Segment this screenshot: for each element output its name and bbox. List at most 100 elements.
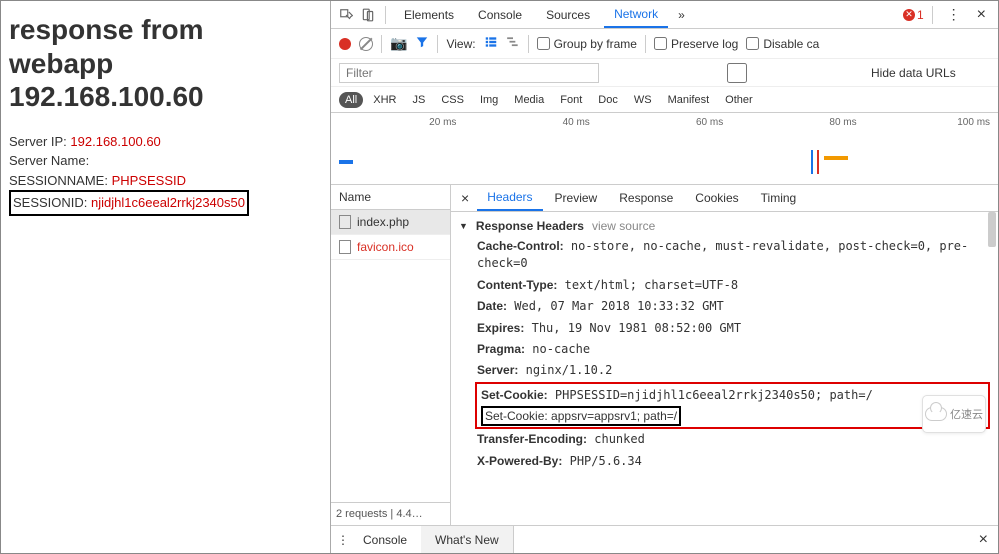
timeline-tick: 20 ms [331, 117, 464, 128]
timeline-tick: 60 ms [598, 117, 731, 128]
tab-network[interactable]: Network [604, 1, 668, 28]
header-row: Content-Type: text/html; charset=UTF-8 [459, 275, 990, 296]
drawer-close-icon[interactable]: × [969, 531, 998, 549]
header-row: Date: Wed, 07 Mar 2018 10:33:32 GMT [459, 296, 990, 317]
toolbar-separator [381, 35, 382, 53]
devtools-drawer: ⋮ Console What's New × [331, 525, 998, 553]
timeline-tick: 100 ms [865, 117, 998, 128]
file-icon [339, 240, 351, 254]
tab-more[interactable]: » [672, 8, 691, 22]
drawer-tab-whatsnew[interactable]: What's New [421, 526, 514, 553]
filter-other[interactable]: Other [719, 92, 759, 108]
device-toggle-icon[interactable] [359, 6, 377, 24]
timeline-bar [339, 160, 353, 164]
drawer-tab-console[interactable]: Console [349, 526, 421, 553]
request-row[interactable]: index.php [331, 210, 450, 235]
detail-tab-preview[interactable]: Preview [545, 185, 608, 211]
tab-separator [385, 6, 386, 24]
request-list-header[interactable]: Name [331, 185, 450, 210]
disable-cache-checkbox[interactable]: Disable ca [746, 37, 819, 51]
filter-toggle-icon[interactable] [415, 35, 429, 52]
sessionname-row: SESSIONNAME: PHPSESSID [9, 171, 322, 191]
request-row[interactable]: favicon.ico [331, 235, 450, 260]
filter-font[interactable]: Font [554, 92, 588, 108]
filter-all[interactable]: All [339, 92, 363, 108]
sessionid-row: SESSIONID: njidjhl1c6eeal2rrkj2340s50 [9, 190, 322, 216]
filter-media[interactable]: Media [508, 92, 550, 108]
request-name: favicon.ico [357, 240, 414, 254]
record-icon[interactable] [339, 38, 351, 50]
detail-tab-cookies[interactable]: Cookies [685, 185, 748, 211]
page-heading: response from webapp 192.168.100.60 [9, 13, 322, 114]
header-row: Pragma: no-cache [459, 339, 990, 360]
server-ip-row: Server IP: 192.168.100.60 [9, 132, 322, 152]
devtools-panel: Elements Console Sources Network » ✕ 1 ⋮… [331, 1, 998, 553]
timeline-mark-domready [811, 150, 813, 174]
request-name: index.php [357, 215, 409, 229]
filter-manifest[interactable]: Manifest [662, 92, 716, 108]
timeline-tick: 40 ms [464, 117, 597, 128]
detail-tab-timing[interactable]: Timing [751, 185, 807, 211]
watermark-text: 亿速云 [950, 406, 983, 422]
devtools-close-icon[interactable]: × [971, 6, 992, 24]
headers-panel[interactable]: ▼ Response Headers view source Cache-Con… [451, 212, 998, 525]
toolbar-separator [645, 35, 646, 53]
toolbar-separator [437, 35, 438, 53]
hide-data-urls-checkbox[interactable]: Hide data URLs [607, 63, 956, 83]
error-count: 1 [917, 8, 924, 22]
collapse-triangle-icon: ▼ [459, 221, 468, 231]
screenshot-icon[interactable]: 📷 [390, 35, 407, 52]
set-cookie-highlight-red: Set-Cookie: PHPSESSID=njidjhl1c6eeal2rrk… [475, 382, 990, 429]
network-filter-row: Hide data URLs [331, 59, 998, 87]
network-timeline[interactable]: 20 ms 40 ms 60 ms 80 ms 100 ms [331, 113, 998, 185]
server-name-row: Server Name: [9, 151, 322, 171]
tab-separator [932, 6, 933, 24]
detail-tab-response[interactable]: Response [609, 185, 683, 211]
filter-doc[interactable]: Doc [592, 92, 624, 108]
devtools-main-tabs: Elements Console Sources Network » ✕ 1 ⋮… [331, 1, 998, 29]
detail-tab-headers[interactable]: Headers [477, 185, 542, 211]
request-detail: × Headers Preview Response Cookies Timin… [451, 185, 998, 525]
error-icon: ✕ [903, 9, 915, 21]
filter-js[interactable]: JS [406, 92, 431, 108]
tab-elements[interactable]: Elements [394, 1, 464, 28]
inspect-element-icon[interactable] [337, 6, 355, 24]
network-toolbar: 📷 View: Group by frame Preserve log Disa… [331, 29, 998, 59]
tab-sources[interactable]: Sources [536, 1, 600, 28]
toolbar-separator [528, 35, 529, 53]
header-row: Transfer-Encoding: chunked [459, 429, 990, 450]
filter-img[interactable]: Img [474, 92, 504, 108]
detail-tabs: × Headers Preview Response Cookies Timin… [451, 185, 998, 212]
response-headers-section[interactable]: ▼ Response Headers view source [459, 216, 990, 236]
request-list: Name index.php favicon.ico 2 requests | … [331, 185, 451, 525]
header-row: Cache-Control: no-store, no-cache, must-… [459, 236, 990, 275]
devtools-menu-icon[interactable]: ⋮ [941, 6, 967, 23]
drawer-menu-icon[interactable]: ⋮ [337, 533, 349, 547]
filter-input[interactable] [339, 63, 599, 83]
file-icon [339, 215, 351, 229]
error-badge[interactable]: ✕ 1 [903, 8, 924, 22]
timeline-tick: 80 ms [731, 117, 864, 128]
preserve-log-checkbox[interactable]: Preserve log [654, 37, 738, 51]
page-content: response from webapp 192.168.100.60 Serv… [1, 1, 331, 553]
network-body: Name index.php favicon.ico 2 requests | … [331, 185, 998, 525]
cloud-icon [925, 407, 947, 421]
header-row: X-Powered-By: PHP/5.6.34 [459, 451, 990, 472]
close-detail-icon[interactable]: × [455, 190, 475, 206]
group-by-frame-checkbox[interactable]: Group by frame [537, 37, 637, 51]
scrollbar-thumb[interactable] [988, 212, 996, 247]
resource-type-filters: All XHR JS CSS Img Media Font Doc WS Man… [331, 87, 998, 113]
waterfall-icon[interactable] [506, 35, 520, 52]
timeline-mark-load [817, 150, 819, 174]
filter-xhr[interactable]: XHR [367, 92, 402, 108]
large-rows-icon[interactable] [484, 35, 498, 52]
view-label: View: [446, 37, 475, 51]
header-row: Server: nginx/1.10.2 [459, 360, 990, 381]
request-summary: 2 requests | 4.4… [331, 502, 450, 525]
filter-ws[interactable]: WS [628, 92, 658, 108]
filter-css[interactable]: CSS [435, 92, 470, 108]
tab-console[interactable]: Console [468, 1, 532, 28]
watermark-badge: 亿速云 [922, 395, 986, 433]
view-source-link[interactable]: view source [592, 219, 655, 233]
clear-icon[interactable] [359, 37, 373, 51]
